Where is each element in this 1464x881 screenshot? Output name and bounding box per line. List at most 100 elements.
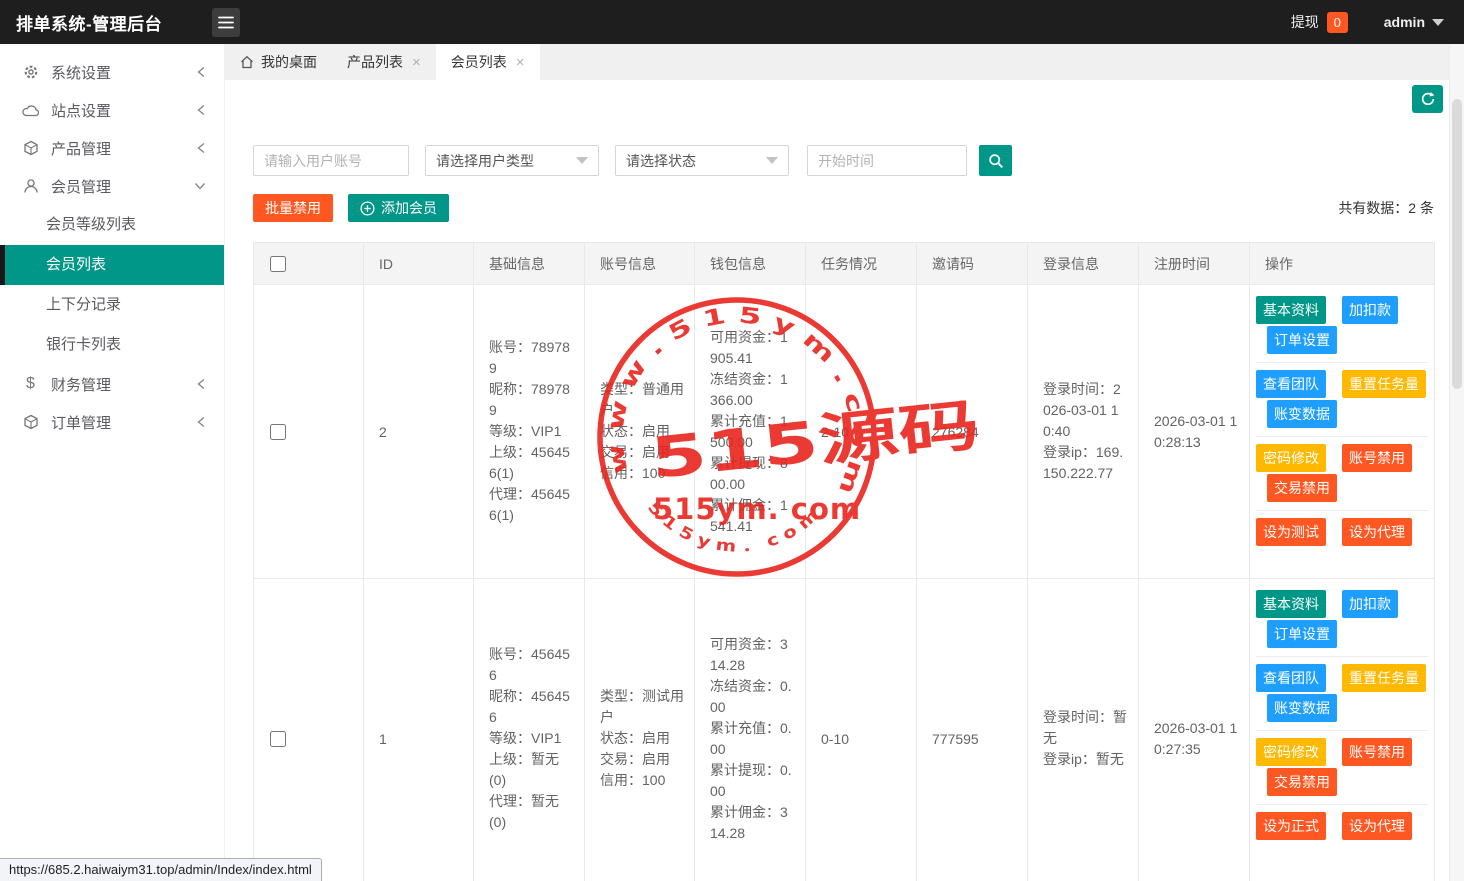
- action-group: 基本资料加扣款 订单设置: [1256, 583, 1428, 657]
- action-basic-info-button[interactable]: 基本资料: [1256, 590, 1326, 618]
- chevron-left-icon: [196, 66, 206, 78]
- col-header-account-info: 账号信息: [585, 243, 695, 285]
- sidebar-item-order-management[interactable]: 订单管理: [0, 403, 224, 441]
- login-info-cell: 登录时间：2026-03-01 10:40 登录ip：169.150.222.7…: [1028, 285, 1139, 579]
- basic-line: 昵称：789789: [489, 379, 574, 421]
- col-header-actions: 操作: [1250, 243, 1435, 285]
- sidebar-item-member-management[interactable]: 会员管理: [0, 167, 224, 205]
- action-group: 基本资料加扣款 订单设置: [1256, 289, 1428, 363]
- sidebar-item-points-record[interactable]: 上下分记录: [0, 285, 224, 325]
- action-balance-log-button[interactable]: 账变数据: [1267, 400, 1337, 428]
- action-set-official-button[interactable]: 设为正式: [1256, 812, 1326, 840]
- action-set-agent-button[interactable]: 设为代理: [1342, 518, 1412, 546]
- action-view-team-button[interactable]: 查看团队: [1256, 370, 1326, 398]
- sidebar-item-bank-card-list[interactable]: 银行卡列表: [0, 325, 224, 365]
- refresh-button[interactable]: [1412, 85, 1443, 113]
- close-icon[interactable]: ×: [516, 54, 525, 71]
- login-line: 登录ip：169.150.222.77: [1043, 442, 1128, 484]
- sidebar: 系统设置 站点设置 产品管理 会员管理 会员等级列表 会员列表: [0, 44, 225, 881]
- withdraw-link[interactable]: 提现 0: [1291, 12, 1348, 33]
- basic-line: 账号：789789: [489, 337, 574, 379]
- sidebar-toggle-button[interactable]: [212, 8, 240, 37]
- wallet-line: 可用资金：314.28: [710, 634, 795, 676]
- user-type-select[interactable]: 请选择用户类型: [425, 145, 599, 176]
- sidebar-item-label: 站点设置: [51, 100, 111, 121]
- sidebar-item-product-management[interactable]: 产品管理: [0, 129, 224, 167]
- search-button[interactable]: [979, 145, 1012, 176]
- account-search-input[interactable]: [253, 145, 409, 176]
- action-add-deduct-button[interactable]: 加扣款: [1342, 296, 1398, 324]
- action-add-deduct-button[interactable]: 加扣款: [1342, 590, 1398, 618]
- basic-line: 上级：456456(1): [489, 442, 574, 484]
- action-reset-tasks-button[interactable]: 重置任务量: [1342, 370, 1426, 398]
- add-member-label: 添加会员: [381, 198, 437, 218]
- tab-label: 会员列表: [451, 52, 507, 72]
- action-order-settings-button[interactable]: 订单设置: [1267, 326, 1337, 354]
- account-line: 信用：100: [600, 463, 684, 484]
- task-status-cell: 0-10: [806, 579, 917, 881]
- action-set-agent-button[interactable]: 设为代理: [1342, 812, 1412, 840]
- main-area: 我的桌面 产品列表 × 会员列表 × 请选择用户类型 请选择状态: [225, 44, 1464, 881]
- app-title: 排单系统-管理后台: [16, 10, 162, 35]
- sidebar-item-label: 订单管理: [51, 412, 111, 433]
- sidebar-item-member-list[interactable]: 会员列表: [0, 245, 224, 285]
- gear-icon: [22, 64, 39, 81]
- action-group: 设为测试设为代理: [1256, 511, 1428, 554]
- close-icon[interactable]: ×: [412, 54, 421, 71]
- action-set-test-button[interactable]: 设为测试: [1256, 518, 1326, 546]
- action-reset-tasks-button[interactable]: 重置任务量: [1342, 664, 1426, 692]
- table-row: 1 账号：456456 昵称：456456 等级：VIP1 上级：暂无(0) 代…: [254, 579, 1435, 881]
- table-header-row: ID 基础信息 账号信息 钱包信息 任务情况 邀请码 登录信息 注册时间 操作: [254, 243, 1435, 285]
- basic-line: 代理：456456(1): [489, 484, 574, 526]
- login-line: 登录时间：暂无: [1043, 707, 1128, 749]
- action-disable-trade-button[interactable]: 交易禁用: [1267, 474, 1337, 502]
- chevron-left-icon: [196, 104, 206, 116]
- col-header-task-status: 任务情况: [806, 243, 917, 285]
- chevron-down-icon: [766, 157, 778, 164]
- chevron-left-icon: [196, 416, 206, 428]
- caret-down-icon: [1432, 19, 1444, 26]
- sidebar-item-member-level-list[interactable]: 会员等级列表: [0, 205, 224, 245]
- tab-member-list[interactable]: 会员列表 ×: [436, 44, 540, 80]
- actions-cell: 基本资料加扣款 订单设置 查看团队重置任务量 账变数据 密码修改账号禁用 交易禁…: [1250, 579, 1435, 881]
- action-view-team-button[interactable]: 查看团队: [1256, 664, 1326, 692]
- content-panel: 请选择用户类型 请选择状态 批量禁用 添加会员 共有数据：2 条: [225, 80, 1464, 881]
- action-disable-account-button[interactable]: 账号禁用: [1342, 738, 1412, 766]
- action-group: 密码修改账号禁用 交易禁用: [1256, 437, 1428, 511]
- scrollbar-thumb[interactable]: [1452, 99, 1462, 389]
- admin-user-menu[interactable]: admin: [1384, 14, 1444, 30]
- basic-line: 账号：456456: [489, 644, 574, 686]
- sidebar-item-finance-management[interactable]: $ 财务管理: [0, 365, 224, 403]
- row-checkbox[interactable]: [270, 424, 286, 440]
- invite-code-cell: 777595: [917, 579, 1028, 881]
- login-line: 登录ip：暂无: [1043, 749, 1128, 770]
- actions-cell: 基本资料加扣款 订单设置 查看团队重置任务量 账变数据 密码修改账号禁用 交易禁…: [1250, 285, 1435, 579]
- account-line: 信用：100: [600, 770, 684, 791]
- sidebar-item-label: 会员管理: [51, 176, 111, 197]
- action-disable-trade-button[interactable]: 交易禁用: [1267, 768, 1337, 796]
- wallet-line: 累计提现：0.00: [710, 760, 795, 802]
- sidebar-item-label: 产品管理: [51, 138, 111, 159]
- action-change-password-button[interactable]: 密码修改: [1256, 738, 1326, 766]
- col-header-wallet-info: 钱包信息: [695, 243, 806, 285]
- add-member-button[interactable]: 添加会员: [348, 194, 449, 222]
- action-basic-info-button[interactable]: 基本资料: [1256, 296, 1326, 324]
- tab-label: 产品列表: [347, 52, 403, 72]
- action-disable-account-button[interactable]: 账号禁用: [1342, 444, 1412, 472]
- action-order-settings-button[interactable]: 订单设置: [1267, 620, 1337, 648]
- chevron-down-icon: [576, 157, 588, 164]
- tab-product-list[interactable]: 产品列表 ×: [332, 44, 436, 80]
- header-right: 提现 0 admin: [1291, 12, 1444, 33]
- tab-my-desktop[interactable]: 我的桌面: [225, 44, 332, 80]
- start-time-input[interactable]: [807, 145, 967, 176]
- sidebar-item-site-settings[interactable]: 站点设置: [0, 91, 224, 129]
- batch-disable-button[interactable]: 批量禁用: [253, 194, 333, 222]
- sidebar-item-system-settings[interactable]: 系统设置: [0, 53, 224, 91]
- action-change-password-button[interactable]: 密码修改: [1256, 444, 1326, 472]
- select-all-checkbox[interactable]: [270, 256, 286, 272]
- row-checkbox[interactable]: [270, 731, 286, 747]
- action-balance-log-button[interactable]: 账变数据: [1267, 694, 1337, 722]
- wallet-line: 可用资金：1905.41: [710, 327, 795, 369]
- scrollbar-track[interactable]: [1449, 44, 1464, 881]
- status-select[interactable]: 请选择状态: [615, 145, 789, 176]
